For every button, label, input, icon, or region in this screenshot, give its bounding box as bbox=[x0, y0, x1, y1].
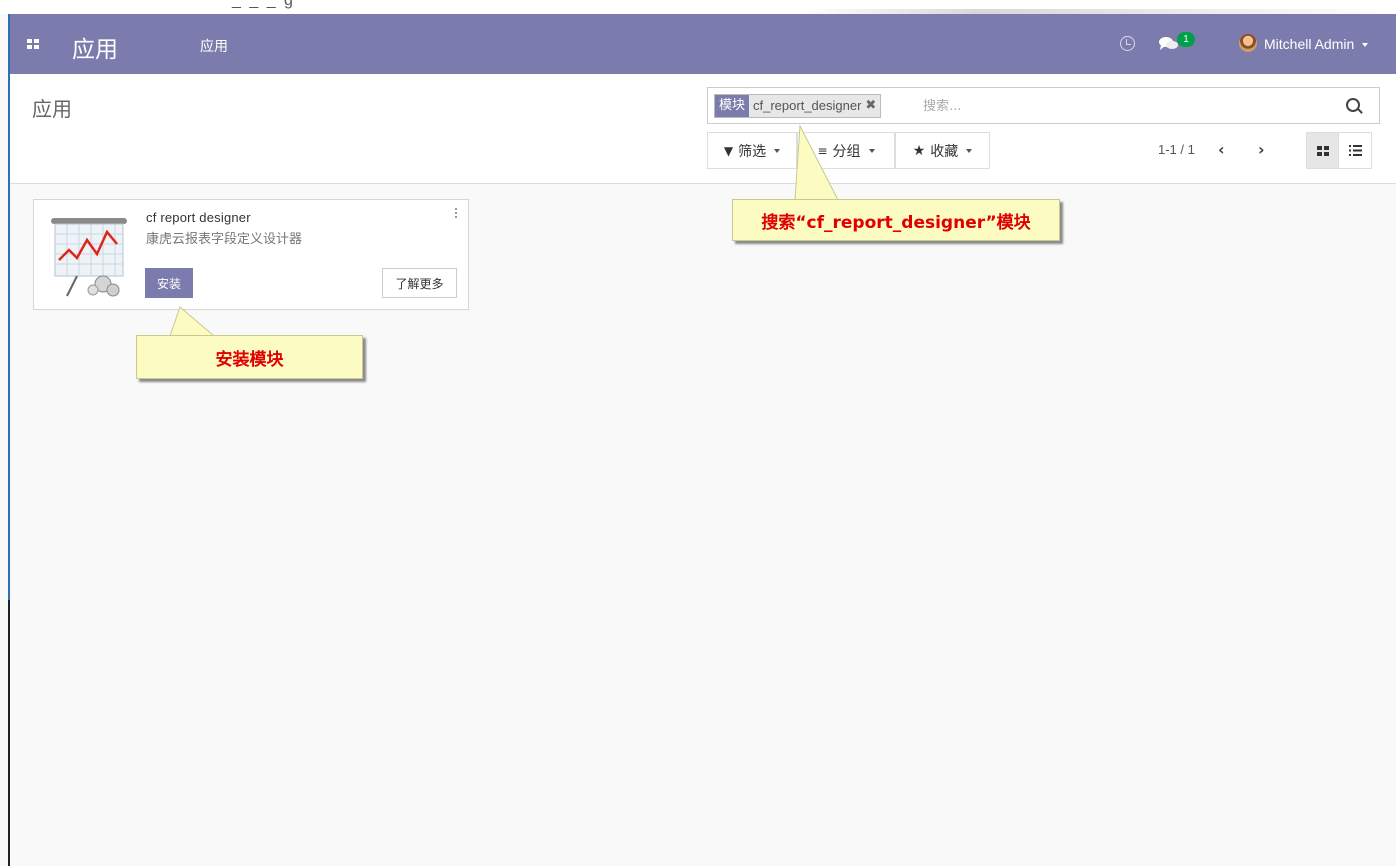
install-callout-text: 安装模块 bbox=[215, 349, 284, 370]
filter-icon: ▼ bbox=[723, 143, 734, 158]
list-view-button[interactable] bbox=[1339, 132, 1372, 169]
window-left-border-dark bbox=[8, 600, 10, 866]
install-button[interactable]: 安装 bbox=[145, 268, 193, 298]
top-cropped-strip: _ _ _ g bbox=[0, 0, 1396, 14]
search-callout: 搜索“cf_report_designer”模块 bbox=[732, 199, 1060, 241]
facet-category: 模块 bbox=[715, 95, 750, 117]
user-menu[interactable]: Mitchell Admin bbox=[1264, 36, 1369, 52]
breadcrumb: 应用 bbox=[32, 97, 72, 121]
install-callout: 安装模块 bbox=[136, 335, 363, 379]
user-name: Mitchell Admin bbox=[1264, 36, 1355, 52]
chevron-down-icon bbox=[1362, 43, 1369, 48]
list-icon bbox=[1348, 145, 1362, 156]
nav-menu-apps[interactable]: 应用 bbox=[200, 36, 228, 56]
cropped-title-text: _ _ _ g bbox=[232, 0, 295, 9]
activity-clock-icon[interactable] bbox=[1120, 36, 1135, 51]
module-name: cf report designer bbox=[146, 210, 251, 225]
chevron-down-icon bbox=[774, 148, 781, 153]
chevron-right-icon[interactable]: › bbox=[1258, 140, 1265, 159]
grid-icon bbox=[1316, 145, 1329, 156]
search-bar[interactable]: 模块 cf_report_designer ✖ bbox=[707, 87, 1380, 124]
kanban-view-button[interactable] bbox=[1306, 132, 1339, 169]
favorites-label: 收藏 bbox=[930, 143, 959, 160]
search-icon[interactable] bbox=[1346, 98, 1360, 112]
groupby-button[interactable]: ≡ 分组 bbox=[797, 132, 895, 169]
module-description: 康虎云报表字段定义设计器 bbox=[146, 232, 303, 247]
bars-icon: ≡ bbox=[817, 143, 828, 158]
learn-more-button[interactable]: 了解更多 bbox=[382, 268, 457, 298]
chevron-left-icon[interactable]: ‹ bbox=[1218, 140, 1225, 159]
messages-badge: 1 bbox=[1177, 32, 1195, 47]
filter-label: 筛选 bbox=[738, 143, 767, 160]
filter-button[interactable]: ▼ 筛选 bbox=[707, 132, 797, 169]
search-input[interactable] bbox=[923, 94, 1323, 118]
favorites-button[interactable]: ★ 收藏 bbox=[895, 132, 990, 169]
chevron-down-icon bbox=[966, 148, 973, 153]
search-callout-text: 搜索“cf_report_designer”模块 bbox=[761, 212, 1031, 233]
control-panel: 应用 模块 cf_report_designer ✖ ▼ 筛选 ≡ 分组 ★ 收… bbox=[10, 74, 1396, 184]
user-avatar[interactable] bbox=[1239, 34, 1257, 52]
pager-value[interactable]: 1-1 / 1 bbox=[1158, 142, 1195, 157]
module-icon bbox=[51, 218, 127, 297]
app-menu-icon[interactable] bbox=[27, 39, 39, 49]
app-brand[interactable]: 应用 bbox=[72, 30, 118, 64]
top-navbar: 应用 应用 1 Mitchell Admin bbox=[10, 14, 1396, 74]
groupby-label: 分组 bbox=[832, 143, 861, 160]
search-facet[interactable]: 模块 cf_report_designer ✖ bbox=[714, 94, 882, 118]
star-icon: ★ bbox=[912, 142, 926, 159]
more-options-icon[interactable] bbox=[454, 208, 458, 222]
close-icon[interactable]: ✖ bbox=[865, 95, 880, 117]
module-card[interactable]: cf report designer 康虎云报表字段定义设计器 安装 了解更多 bbox=[33, 199, 469, 310]
facet-value: cf_report_designer bbox=[753, 98, 862, 113]
chevron-down-icon bbox=[868, 148, 875, 153]
